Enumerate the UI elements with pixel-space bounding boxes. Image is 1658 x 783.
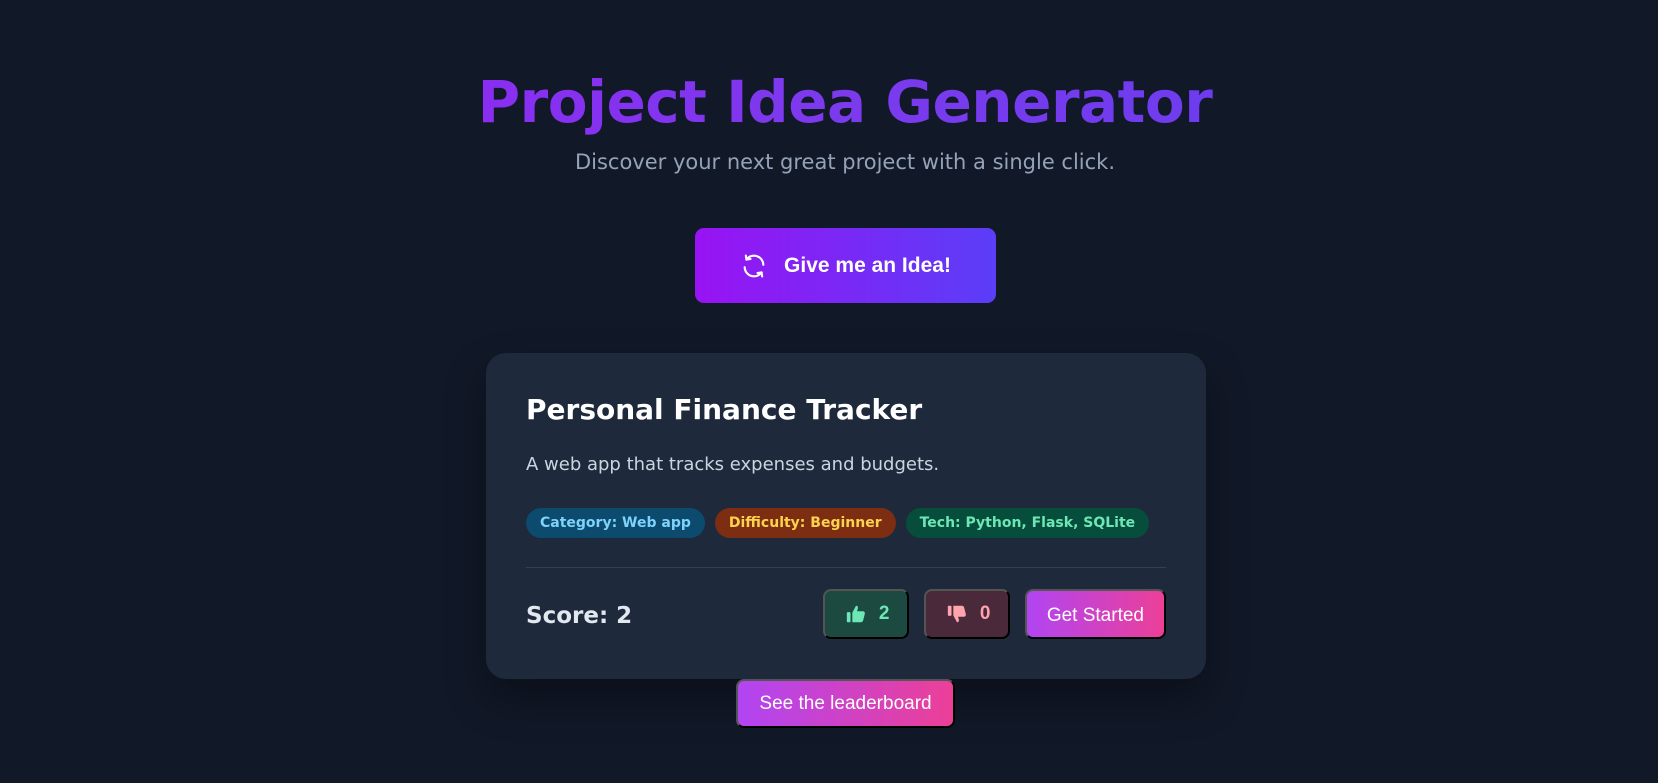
downvote-button[interactable]: 0 bbox=[923, 589, 1010, 639]
category-tag: Category: Web app bbox=[526, 508, 705, 538]
page-subtitle: Discover your next great project with a … bbox=[574, 150, 1116, 174]
idea-score: Score: 2 bbox=[526, 603, 633, 629]
upvote-button[interactable]: 2 bbox=[822, 589, 909, 639]
idea-tags: Category: Web app Difficulty: Beginner T… bbox=[526, 508, 1150, 538]
tech-tag: Tech: Python, Flask, SQLite bbox=[905, 508, 1150, 538]
card-divider bbox=[526, 567, 1166, 568]
thumbs-up-icon bbox=[845, 603, 867, 625]
downvote-count: 0 bbox=[979, 603, 991, 624]
idea-title: Personal Finance Tracker bbox=[526, 393, 923, 426]
upvote-count: 2 bbox=[878, 603, 890, 624]
idea-card: Personal Finance Tracker A web app that … bbox=[486, 353, 1206, 679]
page: Project Idea Generator Discover your nex… bbox=[0, 0, 1658, 783]
give-idea-label: Give me an Idea! bbox=[784, 253, 951, 277]
difficulty-tag: Difficulty: Beginner bbox=[714, 508, 896, 538]
give-idea-button[interactable]: Give me an Idea! bbox=[695, 228, 996, 303]
page-title: Project Idea Generator bbox=[0, 66, 1658, 138]
idea-description: A web app that tracks expenses and budge… bbox=[526, 454, 940, 475]
thumbs-down-icon bbox=[946, 603, 968, 625]
refresh-icon bbox=[740, 252, 768, 280]
get-started-button[interactable]: Get Started bbox=[1024, 589, 1166, 639]
idea-actions: 2 0 Get Started bbox=[822, 589, 1166, 639]
leaderboard-button[interactable]: See the leaderboard bbox=[736, 679, 955, 728]
